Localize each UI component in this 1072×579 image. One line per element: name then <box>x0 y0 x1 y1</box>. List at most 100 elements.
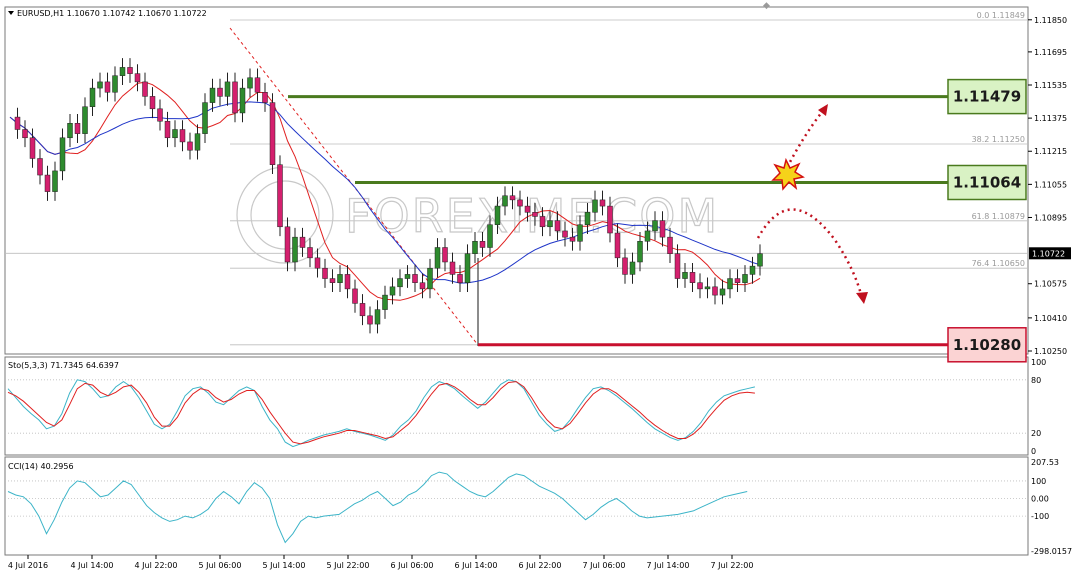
bear-candle <box>44 174 51 192</box>
time-tick-label: 4 Jul 14:00 <box>71 561 114 570</box>
cci-tick-label: -100 <box>1031 512 1049 521</box>
cci-label: CCI(14) 40.2956 <box>8 462 74 471</box>
bull-candle <box>397 278 403 288</box>
time-tick-label: 6 Jul 22:00 <box>519 561 562 570</box>
price-tick-label: 1.10410 <box>1034 314 1067 323</box>
bull-candle <box>224 81 231 97</box>
bull-candle <box>97 81 103 89</box>
bear-candle <box>674 253 681 279</box>
cci-panel[interactable] <box>4 456 1029 556</box>
bear-candle <box>614 232 621 259</box>
stoch-tick-label: 80 <box>1031 376 1041 385</box>
time-tick-label: 4 Jul 2016 <box>8 561 48 570</box>
bear-candle <box>524 205 531 213</box>
bull-candle <box>719 288 726 296</box>
scroll-end-icon[interactable]: ◆ <box>763 1 770 11</box>
price-tick-label: 1.11375 <box>1034 114 1067 123</box>
bull-candle <box>404 274 411 279</box>
bear-candle <box>284 226 291 263</box>
cci-tick-label: 100 <box>1031 477 1046 486</box>
bull-candle <box>202 102 208 134</box>
bull-candle <box>637 241 643 263</box>
bull-candle <box>67 123 73 139</box>
stochastic-label: Sto(5,3,3) 71.7345 64.6397 <box>8 361 119 370</box>
cci-tick-label: 0.00 <box>1031 495 1049 504</box>
bull-candle <box>172 129 178 139</box>
bull-candle <box>239 87 246 114</box>
time-tick-label: 6 Jul 14:00 <box>455 561 498 570</box>
symbol-header: EURUSD,H1 1.10670 1.10742 1.10670 1.1072… <box>17 9 207 18</box>
bull-candle <box>427 267 433 290</box>
fib-label: 76.4 1.10650 <box>972 259 1025 268</box>
price-tick-label: 1.11695 <box>1034 48 1067 57</box>
bull-candle <box>584 212 591 225</box>
bear-candle <box>269 102 276 165</box>
bull-candle <box>727 278 733 290</box>
price-tick-label: 1.10575 <box>1034 280 1067 289</box>
time-tick-label: 7 Jul 14:00 <box>647 561 690 570</box>
bear-candle <box>307 247 313 259</box>
price-axis: 1.11850 1.11695 1.11535 1.11375 1.11215 1.110… <box>1028 16 1071 356</box>
time-tick-label: 4 Jul 22:00 <box>135 561 178 570</box>
bear-candle <box>734 278 741 283</box>
bear-candle <box>539 216 546 228</box>
bull-candle <box>194 133 201 151</box>
bull-candle <box>547 220 553 228</box>
bear-candle <box>164 120 171 139</box>
level-label: 1.11479 <box>953 88 1021 106</box>
bear-candle <box>659 220 666 238</box>
bear-candle <box>127 67 133 74</box>
bull-candle <box>292 236 298 263</box>
bear-candle <box>442 247 448 263</box>
bull-candle <box>494 205 501 225</box>
bear-candle <box>517 199 523 207</box>
time-tick-label: 7 Jul 06:00 <box>583 561 626 570</box>
bear-candle <box>622 257 628 275</box>
bear-candle <box>412 274 418 283</box>
price-panel[interactable] <box>4 6 1029 355</box>
bear-candle <box>134 73 141 83</box>
bear-candle <box>599 199 606 207</box>
chart-root: 0.0 1.11849 38.2 1.11250 61.8 1.10879 76.4 … <box>4 1 1072 570</box>
bear-candle <box>367 315 373 325</box>
bear-candle <box>299 236 306 248</box>
bear-candle <box>479 241 486 248</box>
bear-candle <box>359 303 366 317</box>
level-label: 1.10280 <box>953 336 1021 354</box>
price-tick-label: 1.10250 <box>1034 347 1067 356</box>
bear-candle <box>187 141 193 151</box>
time-tick-label: 5 Jul 22:00 <box>327 561 370 570</box>
bull-candle <box>652 220 658 232</box>
current-price-label: 1.10722 <box>1032 249 1065 258</box>
price-tick-label: 1.11850 <box>1034 16 1067 25</box>
bear-candle <box>344 274 351 290</box>
bull-candle <box>487 224 493 248</box>
bull-candle <box>247 77 253 89</box>
stochastic-panel[interactable] <box>4 356 1029 456</box>
bull-candle <box>629 261 636 275</box>
bear-candle <box>262 91 268 103</box>
bull-candle <box>382 294 388 310</box>
time-tick-label: 5 Jul 06:00 <box>199 561 242 570</box>
cci-tick-label: 207.53 <box>1031 458 1059 467</box>
time-tick-label: 5 Jul 14:00 <box>263 561 306 570</box>
bear-candle <box>149 96 156 110</box>
bear-candle <box>329 278 336 283</box>
bull-candle <box>757 253 763 267</box>
bear-candle <box>179 129 186 143</box>
bear-candle <box>22 129 28 139</box>
bull-candle <box>434 247 441 269</box>
bear-candle <box>509 195 516 201</box>
bear-candle <box>29 137 36 159</box>
bull-candle <box>577 224 583 242</box>
bear-candle <box>14 116 21 130</box>
bull-candle <box>644 230 651 242</box>
bull-candle <box>592 199 598 213</box>
bull-candle <box>742 274 748 283</box>
fib-label: 61.8 1.10879 <box>972 212 1025 221</box>
bull-candle <box>502 195 508 207</box>
price-tick-label: 1.11215 <box>1034 147 1067 156</box>
bull-candle <box>464 253 471 283</box>
bear-candle <box>217 87 223 97</box>
bull-candle <box>374 309 381 325</box>
